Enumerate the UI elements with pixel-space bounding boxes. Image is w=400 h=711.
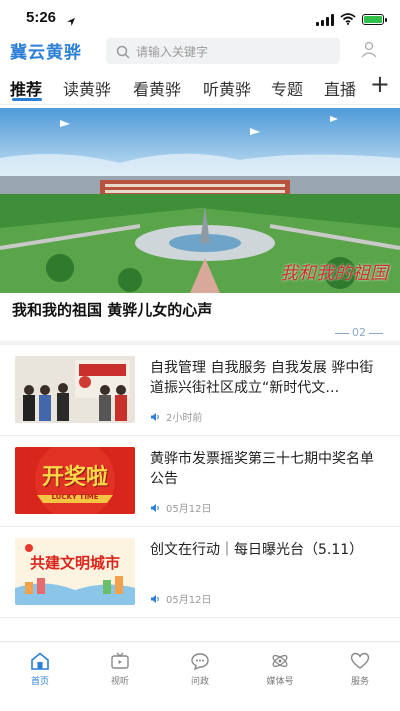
app-logo: 冀云黄骅 bbox=[10, 43, 82, 63]
nav-video[interactable]: 视听 bbox=[90, 652, 150, 687]
news-thumbnail: 开奖啦 LUCKY TIME bbox=[15, 447, 135, 514]
media-icon bbox=[272, 654, 288, 668]
nav-inquiry[interactable]: 问政 bbox=[170, 652, 230, 687]
tab-listen[interactable]: 听黄骅 bbox=[203, 76, 251, 100]
status-indicators bbox=[316, 10, 387, 29]
pager-number: 02 bbox=[352, 326, 366, 339]
nav-home[interactable]: 首页 bbox=[10, 652, 70, 687]
banner-headline[interactable]: 我和我的祖国 黄骅儿女的心声 bbox=[12, 299, 212, 320]
banner-caption: 我和我的祖国 bbox=[280, 263, 388, 284]
heart-icon bbox=[350, 652, 370, 669]
lottery-text: 开奖啦 bbox=[41, 465, 108, 490]
search-input[interactable]: 请输入关键字 bbox=[106, 38, 340, 64]
channel-tabs: 推荐 读黄骅 看黄骅 听黄骅 专题 直播 + bbox=[0, 68, 400, 105]
news-item[interactable]: 自我管理 自我服务 自我发展 骅中街道振兴街社区成立“新时代文… 2小时前 bbox=[0, 345, 400, 436]
audio-icon bbox=[151, 594, 159, 603]
nav-service-label: 服务 bbox=[350, 677, 369, 687]
tab-watch[interactable]: 看黄骅 bbox=[133, 76, 181, 100]
news-thumbnail bbox=[15, 356, 135, 423]
civilization-text: 共建文明城市 bbox=[29, 554, 120, 572]
audio-icon bbox=[151, 503, 159, 512]
nav-inquiry-label: 问政 bbox=[190, 677, 209, 687]
news-title: 自我管理 自我服务 自我发展 骅中街道振兴街社区成立“新时代文… bbox=[150, 360, 374, 396]
search-placeholder: 请输入关键字 bbox=[136, 45, 209, 59]
nav-media-label: 媒体号 bbox=[266, 677, 294, 687]
news-title: 黄骅市发票摇奖第三十七期中奖名单公告 bbox=[150, 451, 374, 487]
app-header: 冀云黄骅 请输入关键字 bbox=[0, 36, 400, 68]
wifi-icon bbox=[340, 10, 356, 29]
chat-icon bbox=[191, 653, 209, 670]
news-item[interactable]: 共建文明城市 创文在行动｜每日曝光台（5.11） 05月12日 bbox=[0, 527, 400, 618]
search-icon bbox=[116, 44, 130, 63]
add-channel-icon[interactable]: + bbox=[370, 70, 390, 98]
news-title: 创文在行动｜每日曝光台（5.11） bbox=[150, 542, 364, 558]
news-time: 2小时前 bbox=[166, 413, 203, 424]
nav-service[interactable]: 服务 bbox=[330, 652, 390, 687]
banner-carousel[interactable]: 我和我的祖国 bbox=[0, 108, 400, 293]
nav-video-label: 视听 bbox=[110, 677, 129, 687]
news-time: 05月12日 bbox=[166, 504, 212, 515]
news-item[interactable]: 开奖啦 LUCKY TIME 黄骅市发票摇奖第三十七期中奖名单公告 05月12日 bbox=[0, 436, 400, 527]
location-arrow-icon bbox=[66, 12, 76, 31]
tab-topics[interactable]: 专题 bbox=[271, 76, 303, 100]
lottery-subtext: LUCKY TIME bbox=[51, 493, 99, 501]
status-bar: 5:26 bbox=[0, 0, 400, 36]
status-time: 5:26 bbox=[26, 9, 57, 26]
home-icon bbox=[31, 652, 49, 670]
news-meta: 05月12日 bbox=[150, 500, 211, 515]
signal-icon bbox=[316, 13, 334, 26]
audio-icon bbox=[151, 412, 159, 421]
nav-media[interactable]: 媒体号 bbox=[250, 652, 310, 687]
tab-read[interactable]: 读黄骅 bbox=[63, 76, 111, 100]
battery-icon bbox=[362, 14, 387, 25]
news-meta: 2小时前 bbox=[150, 409, 202, 424]
news-meta: 05月12日 bbox=[150, 591, 211, 606]
news-thumbnail: 共建文明城市 bbox=[15, 538, 135, 605]
nav-home-label: 首页 bbox=[30, 677, 49, 687]
tab-live[interactable]: 直播 bbox=[324, 76, 356, 100]
user-icon[interactable] bbox=[360, 40, 378, 62]
bottom-nav: 首页 视听 问政 媒体号 服务 bbox=[0, 641, 400, 711]
news-time: 05月12日 bbox=[166, 595, 212, 606]
tab-recommend[interactable]: 推荐 bbox=[10, 76, 42, 100]
carousel-pager: 02 bbox=[332, 326, 386, 339]
active-tab-indicator bbox=[12, 98, 42, 101]
tv-icon bbox=[111, 652, 129, 669]
